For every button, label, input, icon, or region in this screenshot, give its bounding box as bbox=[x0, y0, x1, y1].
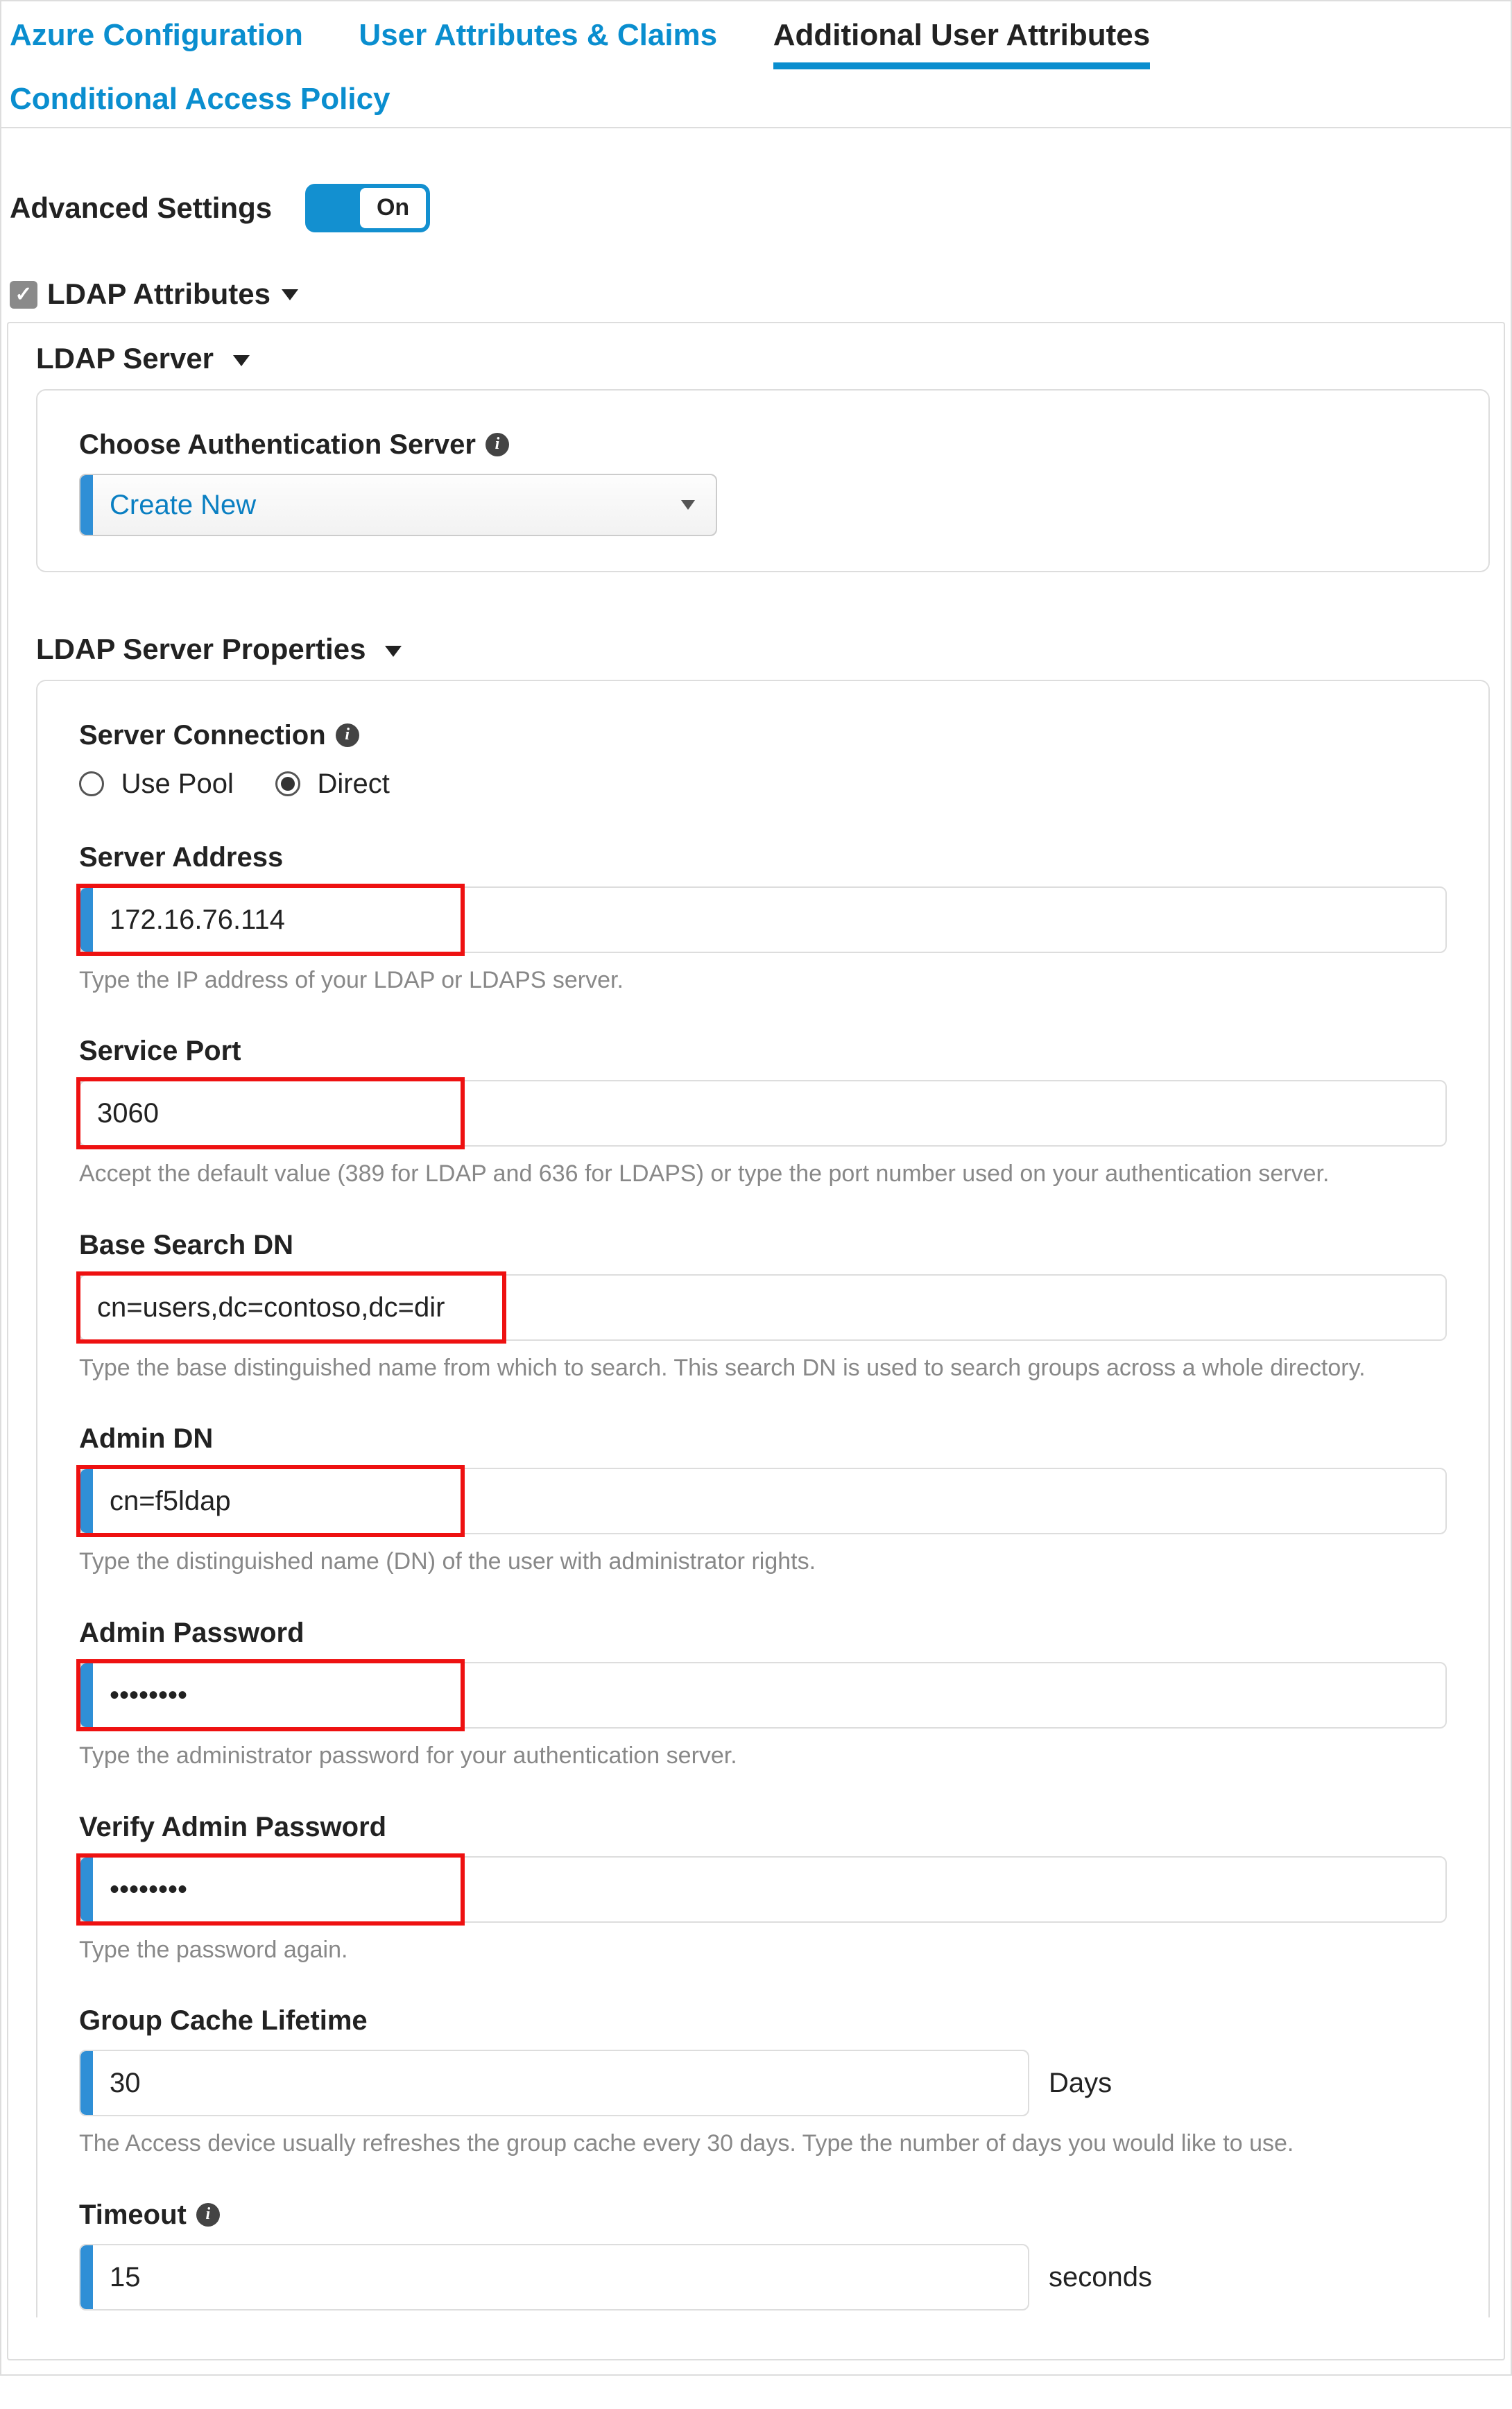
choose-auth-server-value: Create New bbox=[110, 486, 681, 524]
service-port-label: Service Port bbox=[79, 1031, 1447, 1070]
ldap-attributes-panel: LDAP Server Choose Authentication Server… bbox=[7, 322, 1505, 2360]
ldap-server-header[interactable]: LDAP Server bbox=[36, 323, 1504, 389]
service-port-value: 3060 bbox=[80, 1094, 159, 1133]
server-address-help: Type the IP address of your LDAP or LDAP… bbox=[79, 964, 1447, 997]
input-accent bbox=[80, 888, 93, 952]
tab-additional-user-attributes[interactable]: Additional User Attributes bbox=[773, 14, 1151, 69]
toggle-state-label: On bbox=[360, 188, 426, 228]
service-port-help: Accept the default value (389 for LDAP a… bbox=[79, 1158, 1447, 1191]
info-icon[interactable]: i bbox=[196, 2203, 220, 2227]
server-address-input[interactable]: 172.16.76.114 bbox=[79, 886, 1447, 953]
ldap-server-card: Choose Authentication Server i Create Ne… bbox=[36, 389, 1490, 572]
timeout-value: 15 bbox=[110, 2258, 141, 2297]
cache-input[interactable]: 30 bbox=[79, 2050, 1029, 2116]
timeout-unit: seconds bbox=[1049, 2258, 1152, 2297]
radio-direct-label: Direct bbox=[317, 769, 389, 799]
chevron-down-icon bbox=[233, 355, 250, 366]
info-icon[interactable]: i bbox=[336, 723, 359, 747]
admin-dn-value: cn=f5ldap bbox=[110, 1482, 231, 1520]
ldap-server-properties-header[interactable]: LDAP Server Properties bbox=[36, 614, 1504, 680]
advanced-settings-toggle[interactable]: On bbox=[305, 184, 430, 232]
ldap-attributes-header[interactable]: ✓ LDAP Attributes bbox=[1, 260, 1511, 322]
input-accent bbox=[80, 2051, 93, 2115]
input-accent bbox=[80, 1469, 93, 1533]
timeout-label: Timeout i bbox=[79, 2195, 1447, 2234]
server-address-label: Server Address bbox=[79, 838, 1447, 877]
admin-pw-value: •••••••• bbox=[110, 1676, 187, 1715]
admin-pw-label: Admin Password bbox=[79, 1613, 1447, 1652]
chevron-down-icon bbox=[282, 289, 298, 300]
server-address-value: 172.16.76.114 bbox=[110, 900, 285, 939]
tab-azure-config[interactable]: Azure Configuration bbox=[10, 14, 303, 57]
radio-use-pool[interactable] bbox=[79, 771, 104, 796]
service-port-input[interactable]: 3060 bbox=[79, 1080, 1447, 1147]
input-accent bbox=[80, 1858, 93, 1921]
ldap-server-properties-card: Server Connection i Use Pool Direct Serv… bbox=[36, 680, 1490, 2317]
radio-use-pool-label: Use Pool bbox=[121, 769, 234, 799]
admin-dn-help: Type the distinguished name (DN) of the … bbox=[79, 1545, 1447, 1579]
chevron-down-icon bbox=[385, 646, 402, 657]
input-accent bbox=[80, 2245, 93, 2309]
ldap-attributes-title: LDAP Attributes bbox=[47, 274, 270, 315]
choose-auth-server-select[interactable]: Create New bbox=[79, 474, 717, 536]
admin-pw-input[interactable]: •••••••• bbox=[79, 1662, 1447, 1729]
base-dn-value: cn=users,dc=contoso,dc=dir bbox=[80, 1288, 445, 1327]
tab-bar: Azure Configuration User Attributes & Cl… bbox=[1, 1, 1511, 128]
input-accent bbox=[80, 1663, 93, 1727]
ldap-server-properties-title: LDAP Server Properties bbox=[36, 633, 366, 665]
base-dn-input[interactable]: cn=users,dc=contoso,dc=dir bbox=[79, 1274, 1447, 1341]
base-dn-label: Base Search DN bbox=[79, 1226, 1447, 1264]
checkbox-checked-icon: ✓ bbox=[10, 281, 37, 309]
admin-dn-label: Admin DN bbox=[79, 1419, 1447, 1458]
radio-direct[interactable] bbox=[275, 771, 300, 796]
admin-pw-help: Type the administrator password for your… bbox=[79, 1740, 1447, 1773]
advanced-settings-label: Advanced Settings bbox=[10, 188, 272, 229]
server-connection-label: Server Connection i bbox=[79, 716, 1447, 755]
verify-pw-help: Type the password again. bbox=[79, 1934, 1447, 1967]
info-icon[interactable]: i bbox=[486, 433, 509, 456]
verify-pw-input[interactable]: •••••••• bbox=[79, 1856, 1447, 1923]
tab-conditional-access-policy[interactable]: Conditional Access Policy bbox=[10, 78, 390, 121]
verify-pw-value: •••••••• bbox=[110, 1870, 187, 1909]
tab-user-attributes-claims[interactable]: User Attributes & Claims bbox=[359, 14, 717, 57]
verify-pw-label: Verify Admin Password bbox=[79, 1808, 1447, 1846]
ldap-server-title: LDAP Server bbox=[36, 342, 214, 375]
cache-value: 30 bbox=[110, 2064, 141, 2102]
admin-dn-input[interactable]: cn=f5ldap bbox=[79, 1468, 1447, 1534]
server-connection-radio-group: Use Pool Direct bbox=[79, 764, 1447, 803]
select-accent bbox=[80, 475, 93, 535]
cache-unit: Days bbox=[1049, 2064, 1112, 2102]
cache-label: Group Cache Lifetime bbox=[79, 2001, 1447, 2040]
base-dn-help: Type the base distinguished name from wh… bbox=[79, 1352, 1447, 1385]
cache-help: The Access device usually refreshes the … bbox=[79, 2127, 1447, 2161]
timeout-input[interactable]: 15 bbox=[79, 2244, 1029, 2311]
chevron-down-icon bbox=[681, 500, 695, 510]
choose-auth-server-label: Choose Authentication Server i bbox=[79, 425, 1447, 464]
